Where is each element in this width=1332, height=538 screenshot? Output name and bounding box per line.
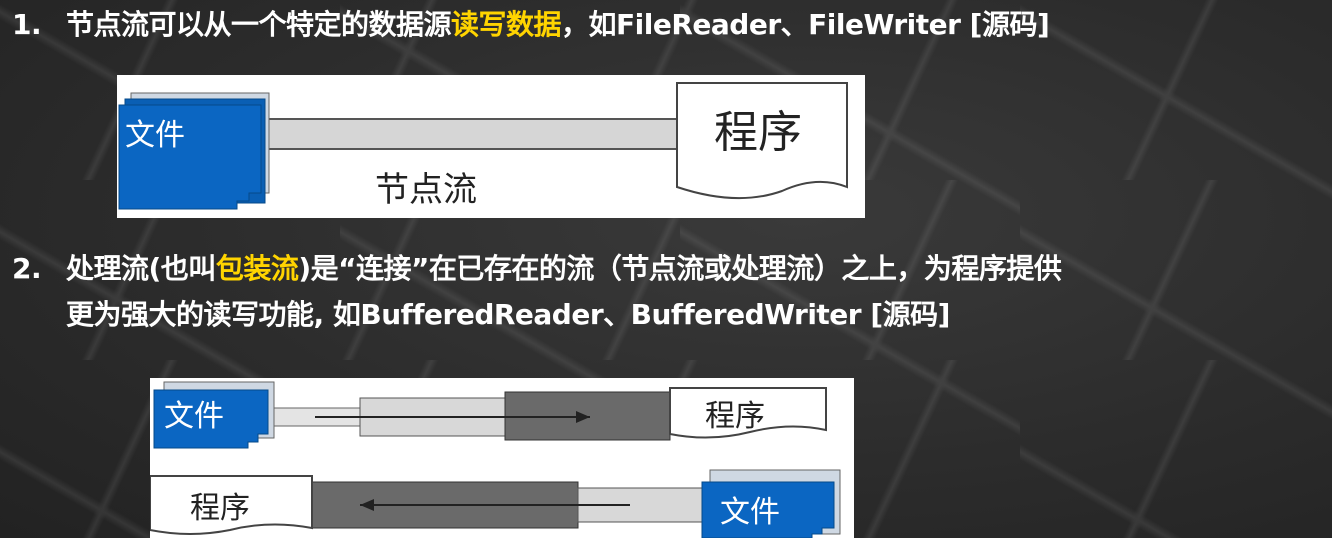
- point-2-highlight: 包装流: [215, 252, 299, 285]
- point-1-text-b: ，如FileReader、FileWriter [源码]: [561, 8, 1050, 41]
- point-1-text-a: 节点流可以从一个特定的数据源: [66, 8, 452, 41]
- point-2-line-2: 更为强大的读写功能, 如BufferedReader、BufferedWrite…: [66, 298, 950, 331]
- fig1-stream-label: 节点流: [375, 170, 477, 210]
- point-1-highlight: 读写数据: [451, 8, 562, 41]
- fig1-program-label: 程序: [714, 107, 802, 158]
- fig2-top-program-label: 程序: [705, 399, 765, 434]
- processing-stream-diagram: 文件 程序 程序 文件: [150, 378, 854, 538]
- point-1: 1. 节点流可以从一个特定的数据源读写数据，如FileReader、FileWri…: [12, 6, 1050, 44]
- fig2-top-file-label: 文件: [164, 399, 224, 434]
- fig2-bottom-program-label: 程序: [190, 491, 250, 526]
- point-2-text-a: 处理流(也叫: [66, 252, 216, 285]
- stream-pipe: [266, 118, 678, 150]
- point-2-number: 2.: [12, 252, 42, 285]
- fig2-bottom-file-label: 文件: [720, 495, 780, 530]
- top-stream-row: [269, 391, 671, 441]
- point-1-number: 1.: [12, 8, 42, 41]
- point-2-text-b: )是“连接”在已存在的流（节点流或处理流）之上，为程序提供: [298, 252, 1062, 285]
- node-stream-diagram: 文件 程序 节点流: [117, 75, 865, 218]
- point-2: 2. 处理流(也叫包装流)是“连接”在已存在的流（节点流或处理流）之上，为程序提供: [12, 250, 1062, 288]
- fig1-file-label: 文件: [125, 118, 185, 153]
